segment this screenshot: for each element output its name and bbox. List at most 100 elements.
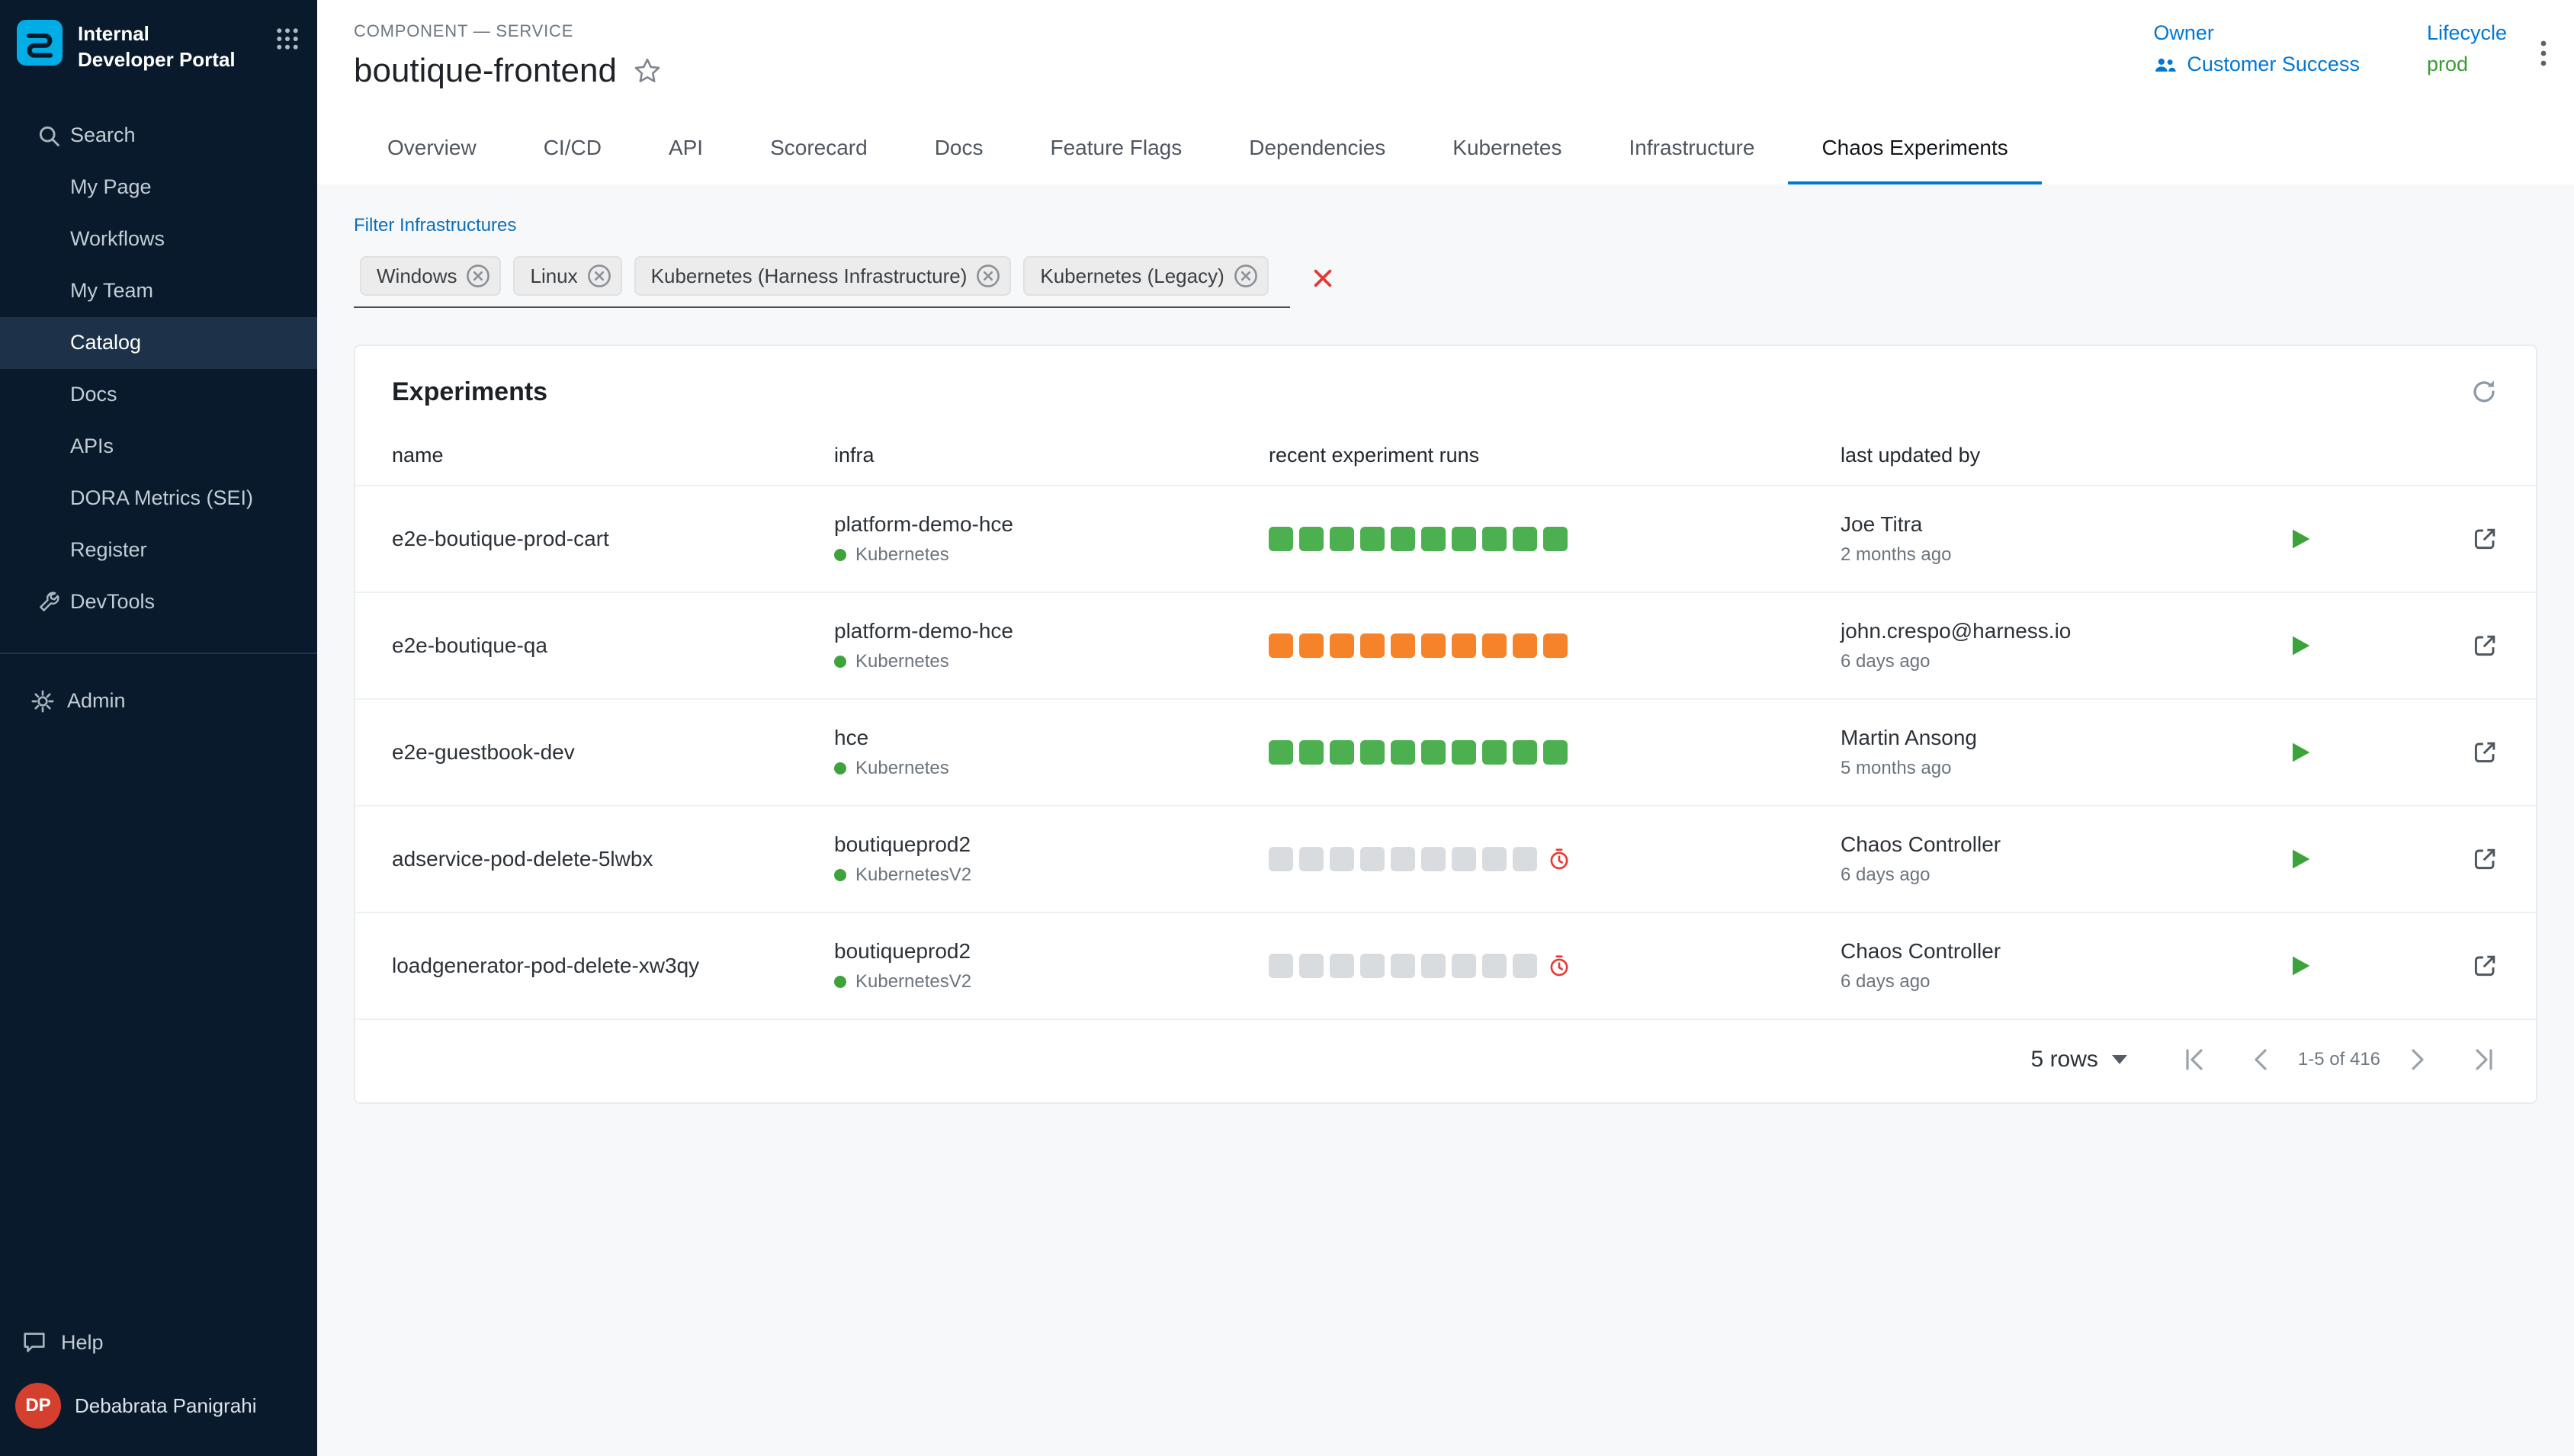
run-experiment-icon[interactable]	[2286, 952, 2313, 980]
filter-infrastructures-link[interactable]: Filter Infrastructures	[354, 215, 516, 236]
sidebar-item-register[interactable]: Register	[0, 524, 317, 576]
open-in-new-icon[interactable]	[2470, 845, 2499, 874]
next-page-icon[interactable]	[2402, 1044, 2432, 1075]
sidebar-item-my-page[interactable]: My Page	[0, 162, 317, 213]
tab-overview[interactable]: Overview	[354, 114, 510, 184]
tab-kubernetes[interactable]: Kubernetes	[1419, 114, 1595, 184]
sidebar-item-devtools[interactable]: DevTools	[0, 576, 317, 628]
portal-title: Internal Developer Portal	[78, 18, 236, 73]
search-icon	[37, 123, 61, 148]
sidebar-item-admin[interactable]: Admin	[0, 675, 317, 727]
experiment-name: loadgenerator-pod-delete-xw3qy	[392, 954, 834, 978]
run-experiment-icon[interactable]	[2286, 739, 2313, 766]
open-in-new-icon[interactable]	[2470, 738, 2499, 767]
updated-ago: 6 days ago	[1841, 651, 2271, 672]
run-status-square	[1543, 740, 1568, 765]
open-in-new-icon[interactable]	[2470, 951, 2499, 980]
tab-ci-cd[interactable]: CI/CD	[510, 114, 635, 184]
updated-ago: 6 days ago	[1841, 971, 2271, 993]
sidebar-item-label: DORA Metrics (SEI)	[70, 486, 253, 510]
sidebar-item-label: Register	[70, 538, 147, 562]
run-status-square	[1360, 954, 1385, 978]
experiments-title: Experiments	[392, 377, 547, 407]
infra-type: Kubernetes	[834, 758, 1269, 779]
updated-cell: Chaos Controller6 days ago	[1841, 939, 2271, 993]
sidebar-item-my-team[interactable]: My Team	[0, 265, 317, 317]
updated-ago: 5 months ago	[1841, 758, 2271, 779]
more-options-icon[interactable]	[2534, 34, 2553, 79]
infra-type: KubernetesV2	[834, 971, 1269, 993]
run-status-square	[1482, 847, 1507, 871]
sidebar-item-label: APIs	[70, 435, 114, 458]
updated-cell: Martin Ansong 5 months ago	[1841, 726, 2271, 779]
recent-runs	[1269, 527, 1841, 551]
open-in-new-icon[interactable]	[2470, 524, 2499, 553]
experiment-name: e2e-boutique-qa	[392, 633, 834, 658]
open-in-new-icon[interactable]	[2470, 631, 2499, 660]
status-dot	[834, 549, 846, 561]
run-experiment-icon[interactable]	[2286, 525, 2313, 553]
clear-filters-icon[interactable]	[1311, 267, 1334, 290]
tab-dependencies[interactable]: Dependencies	[1215, 114, 1419, 184]
last-page-icon[interactable]	[2469, 1044, 2499, 1075]
chip-remove-icon[interactable]	[587, 264, 611, 288]
infra-type: Kubernetes	[834, 544, 1269, 566]
run-status-square	[1269, 954, 1293, 978]
sidebar-item-label: Workflows	[70, 227, 165, 251]
apps-grid-icon[interactable]	[276, 18, 299, 56]
chip-remove-icon[interactable]	[466, 264, 490, 288]
run-status-square	[1452, 847, 1476, 871]
run-experiment-icon[interactable]	[2286, 845, 2313, 873]
filter-chip-field[interactable]: WindowsLinuxKubernetes (Harness Infrastr…	[354, 249, 1290, 308]
tab-api[interactable]: API	[635, 114, 737, 184]
sidebar-item-docs[interactable]: Docs	[0, 369, 317, 421]
people-icon	[2153, 56, 2178, 74]
timeout-icon	[1548, 848, 1571, 871]
first-page-icon[interactable]	[2179, 1044, 2210, 1075]
tab-chaos-experiments[interactable]: Chaos Experiments	[1788, 114, 2041, 184]
infra-cell: boutiqueprod2KubernetesV2	[834, 832, 1269, 886]
updated-by: Martin Ansong	[1841, 726, 2271, 750]
run-status-square	[1391, 633, 1415, 658]
tab-docs[interactable]: Docs	[901, 114, 1017, 184]
run-status-square	[1482, 527, 1507, 551]
rows-per-page-select[interactable]: 5 rows	[2031, 1047, 2127, 1073]
user-profile[interactable]: DP Debabrata Panigrahi	[0, 1371, 317, 1444]
run-status-square	[1452, 954, 1476, 978]
run-status-square	[1421, 740, 1446, 765]
row-actions	[2271, 951, 2499, 980]
sidebar-item-search[interactable]: Search	[0, 110, 317, 162]
sidebar-item-catalog[interactable]: Catalog	[0, 317, 317, 369]
table-row: e2e-guestbook-devhceKubernetesMartin Ans…	[355, 700, 2536, 807]
run-status-square	[1299, 527, 1324, 551]
harness-logo-icon[interactable]	[15, 18, 64, 67]
run-status-square	[1513, 954, 1537, 978]
chip-remove-icon[interactable]	[976, 264, 1000, 288]
tab-infrastructure[interactable]: Infrastructure	[1596, 114, 1789, 184]
updated-cell: Joe Titra2 months ago	[1841, 512, 2271, 566]
run-experiment-icon[interactable]	[2286, 632, 2313, 659]
status-dot	[834, 762, 846, 775]
refresh-icon[interactable]	[2469, 377, 2499, 407]
sidebar-nav: SearchMy Page Workflows My TeamCatalogDocs…	[0, 110, 317, 628]
row-actions	[2271, 845, 2499, 874]
previous-page-icon[interactable]	[2246, 1044, 2277, 1075]
tab-feature-flags[interactable]: Feature Flags	[1017, 114, 1216, 184]
chip-remove-icon[interactable]	[1234, 264, 1258, 288]
run-status-square	[1452, 740, 1476, 765]
tab-scorecard[interactable]: Scorecard	[737, 114, 901, 184]
sidebar-item-workflows[interactable]: Workflows	[0, 213, 317, 265]
owner-value[interactable]: Customer Success	[2153, 53, 2360, 76]
favorite-star-icon[interactable]	[632, 56, 663, 86]
sidebar-item-label: Admin	[67, 689, 126, 713]
sidebar-item-dora-metrics-sei[interactable]: DORA Metrics (SEI)	[0, 473, 317, 524]
column-header-recent-experiment-runs: recent experiment runs	[1269, 444, 1841, 467]
experiment-name: adservice-pod-delete-5lwbx	[392, 847, 834, 871]
chat-bubble-icon	[21, 1329, 47, 1355]
help-button[interactable]: Help	[0, 1314, 317, 1371]
infra-type: Kubernetes	[834, 651, 1269, 672]
updated-ago: 6 days ago	[1841, 864, 2271, 886]
status-dot	[834, 869, 846, 881]
run-status-square	[1421, 633, 1446, 658]
sidebar-item-apis[interactable]: APIs	[0, 421, 317, 473]
